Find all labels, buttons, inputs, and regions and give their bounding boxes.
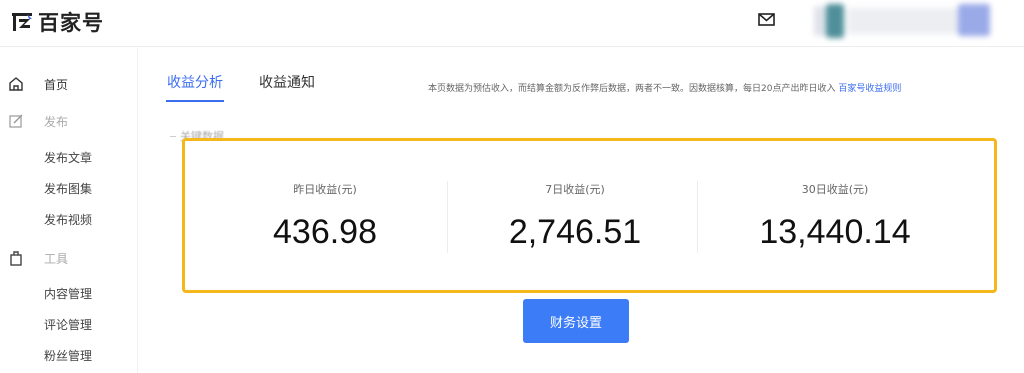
active-tab-underline — [166, 100, 224, 102]
top-header: 百家号 — [0, 0, 1024, 47]
stat-value: 13,440.14 — [759, 213, 911, 251]
mail-icon[interactable] — [757, 12, 777, 28]
logo-text: 百家号 — [38, 11, 104, 35]
stat-value: 2,746.51 — [508, 213, 642, 251]
finance-settings-button[interactable]: 财务设置 — [523, 299, 629, 343]
sidebar-item-label: 发布文章 — [44, 150, 93, 165]
stat-value: 436.98 — [273, 213, 377, 251]
stat-yesterday: 昨日收益(元) 436.98 — [195, 141, 455, 290]
sidebar-item-label: 粉丝管理 — [44, 348, 93, 363]
sidebar-tools-label: 工具 — [44, 251, 69, 266]
stat-label: 昨日收益(元) — [293, 183, 357, 196]
sidebar-item-label: 评论管理 — [44, 317, 93, 332]
notice-text: 本页数据为预估收入，而结算金额为反作弊后数据，两者不一致。因数据核算，每日20点… — [428, 84, 836, 94]
logo-icon — [10, 10, 34, 34]
sidebar-item-label: 内容管理 — [44, 286, 93, 301]
home-icon — [8, 76, 24, 92]
baijiahao-logo[interactable]: 百家号 — [10, 9, 104, 35]
tab-revenue-notice[interactable]: 收益通知 — [259, 72, 315, 92]
bag-icon — [8, 250, 24, 266]
stat-label: 7日收益(元) — [545, 183, 605, 196]
stat-7-days: 7日收益(元) 2,746.51 — [447, 141, 703, 290]
sidebar-item-label: 发布视频 — [44, 212, 93, 227]
sidebar-item-label: 发布图集 — [44, 181, 93, 196]
stat-30-days: 30日收益(元) 13,440.14 — [697, 141, 973, 290]
user-avatar-blurred[interactable] — [808, 2, 998, 38]
sidebar: 首页 发布 发布文章 发布图集 发布视频 工具 内容管理 评论管理 粉丝管理 — [0, 48, 138, 373]
sidebar-home-label: 首页 — [44, 77, 69, 92]
revenue-notice-text: 本页数据为预估收入，而结算金额为反作弊后数据，两者不一致。因数据核算，每日20点… — [428, 81, 901, 94]
edit-icon — [8, 113, 24, 129]
sidebar-publish-label: 发布 — [44, 114, 69, 129]
key-stats-panel: 昨日收益(元) 436.98 7日收益(元) 2,746.51 30日收益(元)… — [182, 138, 997, 293]
stat-label: 30日收益(元) — [801, 183, 869, 196]
revenue-rules-link[interactable]: 百家号收益规则 — [838, 84, 901, 94]
tab-revenue-analysis[interactable]: 收益分析 — [167, 72, 223, 92]
section-dash — [170, 136, 176, 137]
